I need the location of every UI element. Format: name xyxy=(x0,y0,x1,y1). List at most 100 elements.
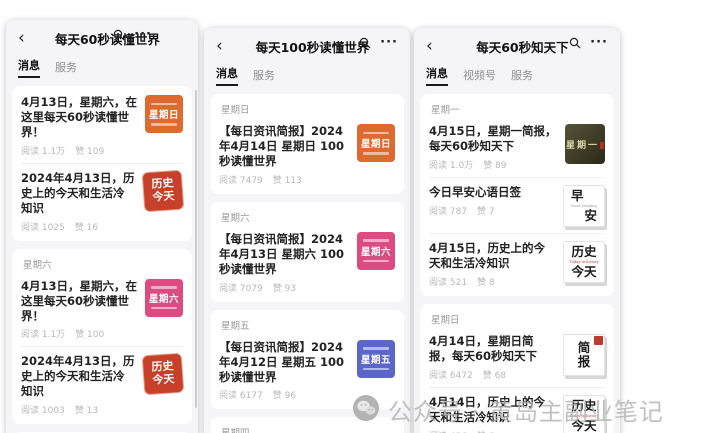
tab-bar: 消息视频号服务 xyxy=(414,58,620,92)
like-count: 赞 13 xyxy=(75,403,98,416)
message-item[interactable]: 【每日资讯简报】2024年4月12日 星期五 100秒读懂世界阅读 6177赞 … xyxy=(219,333,395,408)
message-stats: 阅读 7479赞 113 xyxy=(219,173,349,186)
tab-messages[interactable]: 消息 xyxy=(18,57,40,78)
seal-line: 今天 xyxy=(152,374,175,388)
page-title: 每天60秒读懂世界 xyxy=(27,29,188,48)
like-count: 赞 89 xyxy=(483,158,506,171)
more-menu-icon[interactable]: ··· xyxy=(590,36,608,49)
like-count: 赞 7 xyxy=(477,204,495,217)
message-title: 4月13日，星期六，在这里每天60秒读懂世界！ xyxy=(21,279,137,324)
card-line: 简 xyxy=(578,341,591,355)
read-count: 阅读 521 xyxy=(429,275,467,288)
read-count: 阅读 7079 xyxy=(219,281,263,294)
message-stats: 阅读 1025赞 16 xyxy=(21,220,135,233)
message-text: 4月13日，星期六，在这里每天60秒读懂世界！阅读 1.1万赞 109 xyxy=(21,95,137,157)
message-item[interactable]: 4月15日，星期一简报，每天60秒知天下阅读 1.0万赞 89星期一 xyxy=(429,117,605,177)
card-line: 安 xyxy=(584,209,597,223)
message-list: 星期日【每日资讯简报】2024年4月14日 星期日 100秒读懂世界阅读 747… xyxy=(204,92,410,433)
message-text: 【每日资讯简报】2024年4月12日 星期五 100秒读懂世界阅读 6177赞 … xyxy=(219,340,349,402)
header-icons: ··· xyxy=(113,28,152,41)
search-icon[interactable] xyxy=(359,37,371,49)
tab-services[interactable]: 服务 xyxy=(253,67,275,86)
tab-services[interactable]: 服务 xyxy=(55,59,77,78)
message-item[interactable]: 4月13日，星期六，在这里每天60秒读懂世界！阅读 1.1万赞 100星期六 xyxy=(21,272,183,347)
read-count: 阅读 6472 xyxy=(429,368,473,381)
message-text: 4月15日，历史上的今天和生活冷知识阅读 521 赞 8 xyxy=(429,241,555,288)
message-item[interactable]: 4月13日，星期六，在这里每天60秒读懂世界！阅读 1.1万赞 109 星期日 xyxy=(21,88,183,163)
weekday-badge-label: 星期日 xyxy=(361,136,391,150)
search-icon[interactable] xyxy=(569,37,581,49)
seal-line: 今天 xyxy=(152,190,175,204)
back-icon[interactable]: ‹ xyxy=(424,38,435,55)
message-text: 4月14日，星期日简报，每天60秒知天下阅读 6472赞 68 xyxy=(429,334,555,381)
group-date-label: 星期六 xyxy=(219,204,395,225)
message-title: 4月15日，历史上的今天和生活冷知识 xyxy=(429,241,555,271)
back-icon[interactable]: ‹ xyxy=(16,30,27,47)
message-item[interactable]: 4月14日，星期日简报，每天60秒知天下阅读 6472赞 68简报 xyxy=(429,327,605,387)
message-item[interactable]: 【每日资讯简报】2024年4月13日 星期六 100秒读懂世界阅读 7079赞 … xyxy=(219,225,395,300)
like-count: 赞 93 xyxy=(273,281,296,294)
message-text: 【每日资讯简报】2024年4月14日 星期日 100秒读懂世界阅读 7479赞 … xyxy=(219,124,349,186)
message-stats: 阅读 1.1万赞 100 xyxy=(21,327,137,340)
message-stats: 阅读 521 赞 8 xyxy=(429,275,555,288)
like-count: 赞 16 xyxy=(75,220,98,233)
header-icons: ··· xyxy=(359,36,398,49)
like-count: 赞 8 xyxy=(477,275,495,288)
message-list: 星期一4月15日，星期一简报，每天60秒知天下阅读 1.0万赞 89星期一今日早… xyxy=(414,92,620,433)
message-text: 2024年4月13日，历史上的今天和生活冷知识阅读 1003赞 13 xyxy=(21,354,135,416)
message-text: 今日早安心语日签阅读 787 赞 7 xyxy=(429,185,555,217)
message-title: 今日早安心语日签 xyxy=(429,185,555,200)
message-item[interactable]: 4月15日，历史上的今天和生活冷知识阅读 521赞 8历史Today in hi… xyxy=(429,233,605,294)
weekday-badge-label: 星期日 xyxy=(149,107,179,121)
card-subtext: Today in history xyxy=(569,260,598,264)
more-menu-icon[interactable]: ··· xyxy=(134,28,152,41)
card-line: 今天 xyxy=(571,265,596,279)
message-item[interactable]: 2024年4月13日，历史上的今天和生活冷知识阅读 1003赞 13历史今天 xyxy=(21,346,183,422)
card-line: 今天 xyxy=(571,419,596,433)
card-subtext: Good Morning xyxy=(571,204,597,208)
message-text: 4月15日，星期一简报，每天60秒知天下阅读 1.0万赞 89 xyxy=(429,124,557,171)
message-stats: 阅读 436赞 8 xyxy=(429,429,555,433)
red-corner-mark xyxy=(594,336,603,345)
message-stats: 阅读 1.1万赞 109 xyxy=(21,144,137,157)
read-count: 阅读 787 xyxy=(429,204,467,217)
message-title: 【每日资讯简报】2024年4月12日 星期五 100秒读懂世界 xyxy=(219,340,349,385)
tab-messages[interactable]: 消息 xyxy=(216,65,238,86)
message-text: 4月13日，星期六，在这里每天60秒读懂世界！ 阅读 1.1万赞 100 xyxy=(21,279,137,341)
message-stats: 阅读 1003 赞 13 xyxy=(21,403,135,416)
message-text: 4月14日，历史上的今天和生活冷知识阅读 436赞 8 xyxy=(429,395,555,433)
read-count: 阅读 6177 xyxy=(219,388,263,401)
tab-services[interactable]: 服务 xyxy=(511,67,533,86)
message-group-card: 星期六【每日资讯简报】2024年4月13日 星期六 100秒读懂世界阅读 707… xyxy=(210,202,404,302)
scrollbar[interactable] xyxy=(195,90,198,408)
tab-channels[interactable]: 视频号 xyxy=(463,67,496,86)
like-count: 赞 113 xyxy=(273,173,302,186)
message-stats: 阅读 7079 赞 93 xyxy=(219,281,349,294)
weekday-badge-label: 星期五 xyxy=(361,352,391,366)
tab-messages[interactable]: 消息 xyxy=(426,65,448,86)
message-item[interactable]: 2024年4月13日，历史上的今天和生活冷知识阅读 1025赞 16历史今天 xyxy=(21,163,183,239)
search-icon[interactable] xyxy=(113,29,125,41)
tab-bar: 消息服务 xyxy=(6,50,198,84)
more-menu-icon[interactable]: ··· xyxy=(380,36,398,49)
card-subtext: Today in history xyxy=(569,414,598,418)
message-group-card: 星期五【每日资讯简报】2024年4月12日 星期五 100秒读懂世界阅读 617… xyxy=(210,310,404,410)
read-count: 阅读 1003 xyxy=(21,403,65,416)
back-icon[interactable]: ‹ xyxy=(214,38,225,55)
message-item[interactable]: 4月14日，历史上的今天和生活冷知识阅读 436赞 8历史Today in hi… xyxy=(429,387,605,433)
card-thumbnail: 早Good Morning安 xyxy=(563,185,605,227)
like-count: 赞 109 xyxy=(75,144,104,157)
header-icons: ··· xyxy=(569,36,608,49)
message-group-card: 星期四【每日资讯简报】2024年4月11日 星期四 100秒读懂世界阅读 866… xyxy=(210,417,404,433)
like-count: 赞 68 xyxy=(483,368,506,381)
message-item[interactable]: 【每日资讯简报】2024年4月14日 星期日 100秒读懂世界阅读 7479赞 … xyxy=(219,117,395,192)
message-stats: 阅读 787 赞 7 xyxy=(429,204,555,217)
group-date-label: 星期五 xyxy=(219,312,395,333)
like-count: 赞 8 xyxy=(477,429,495,433)
weekday-badge-thumbnail: 星期五 xyxy=(357,340,395,378)
message-stats: 阅读 6177赞 96 xyxy=(219,388,349,401)
message-title: 【每日资讯简报】2024年4月14日 星期日 100秒读懂世界 xyxy=(219,124,349,169)
message-item[interactable]: 今日早安心语日签阅读 787 赞 7 早Good Morning安 xyxy=(429,177,605,233)
header-bar: ‹ 每天60秒知天下 ··· xyxy=(414,28,620,58)
message-text: 【每日资讯简报】2024年4月13日 星期六 100秒读懂世界阅读 7079赞 … xyxy=(219,232,349,294)
